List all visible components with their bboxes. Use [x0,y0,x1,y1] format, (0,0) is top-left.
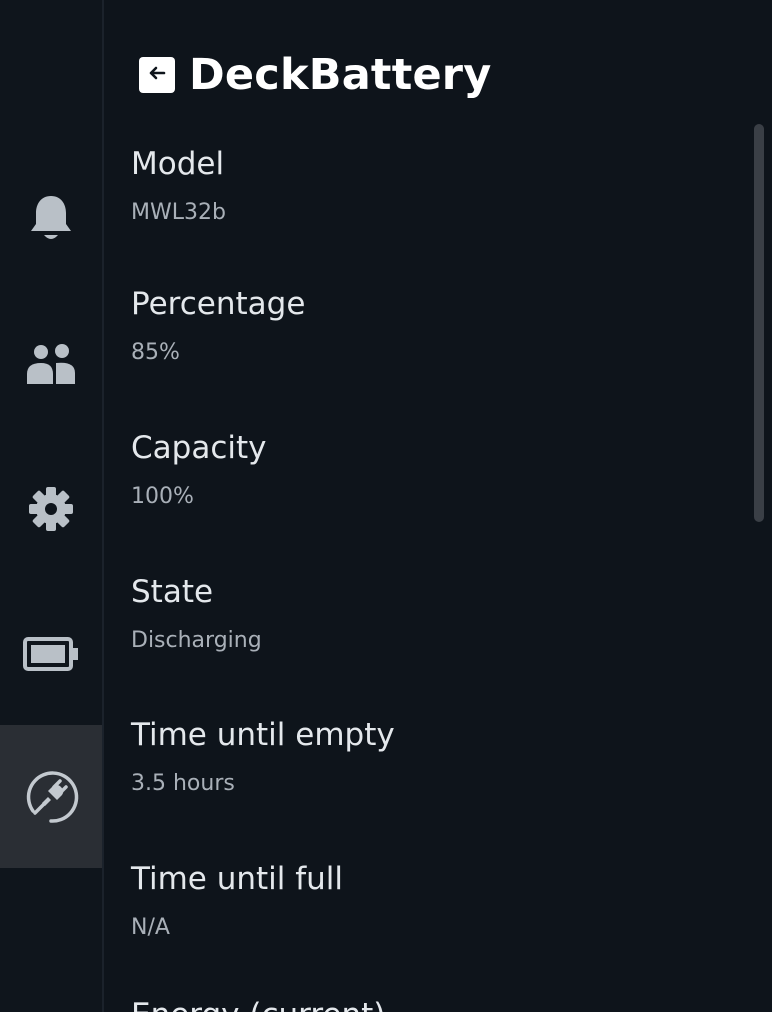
field-value: 85% [131,340,180,365]
sidebar-item-notifications[interactable] [0,147,102,290]
field-percentage: Percentage 85% [131,289,305,364]
field-capacity: Capacity 100% [131,433,266,508]
field-value: N/A [131,915,170,940]
scrollbar[interactable] [754,124,764,522]
field-label: Time until empty [131,717,395,753]
friends-icon [25,342,77,386]
field-state: State Discharging [131,577,262,652]
sidebar-item-settings[interactable] [0,437,102,580]
field-label: Percentage [131,286,306,322]
field-model: Model MWL32b [131,149,226,224]
sidebar-item-friends[interactable] [0,292,102,435]
bell-icon [27,193,75,245]
field-label: Model [131,146,225,182]
back-button[interactable] [139,57,175,93]
field-label: State [131,574,214,610]
field-label: Energy (current) [131,1000,385,1012]
field-label: Capacity [131,430,267,466]
page-header: DeckBattery [139,50,491,100]
field-energy-current: Energy (current) [131,1000,385,1012]
sidebar-item-plugins[interactable] [0,725,102,868]
sidebar-item-battery[interactable] [0,582,102,725]
field-value: 3.5 hours [131,771,235,796]
battery-icon [23,636,79,672]
gear-icon [27,485,75,533]
field-value: MWL32b [131,200,226,225]
field-value: Discharging [131,628,262,653]
field-value: 100% [131,484,194,509]
field-time-until-full: Time until full N/A [131,864,343,939]
main-content: DeckBattery Model MWL32b Percentage 85% … [104,0,772,1012]
sidebar [0,0,104,1012]
plugin-icon [21,767,81,827]
page-title: DeckBattery [189,50,492,100]
field-label: Time until full [131,861,344,897]
field-time-until-empty: Time until empty 3.5 hours [131,720,395,795]
back-arrow-icon [147,63,167,87]
